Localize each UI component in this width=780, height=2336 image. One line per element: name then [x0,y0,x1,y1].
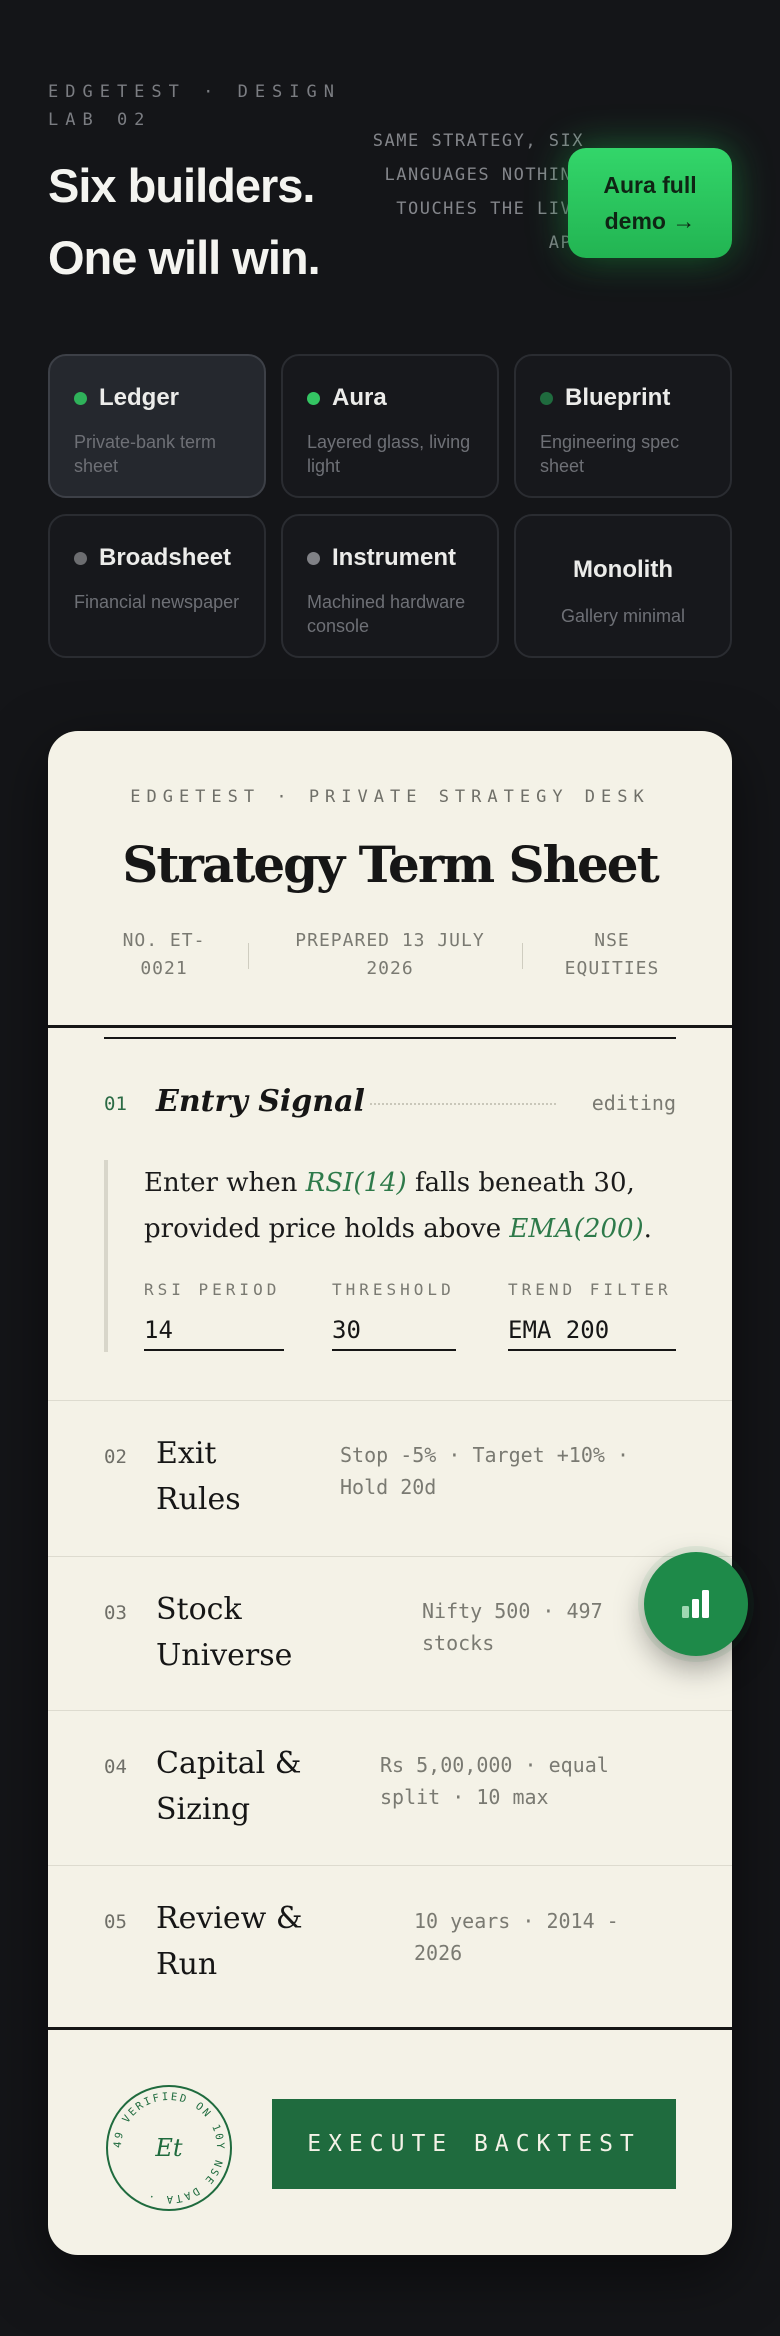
card-name: Monolith [573,556,673,583]
status-dot-icon [307,551,320,565]
signal-text: provided price holds above [144,1214,510,1244]
headline-line-2: One will win. [48,231,321,284]
quote-bar [104,1160,108,1352]
meta-divider [522,943,523,969]
aura-demo-button[interactable]: Aura full demo → [568,148,732,258]
section-number: 03 [104,1602,127,1624]
footer-rule [48,2027,732,2030]
seal-mark: Et [154,2134,183,2162]
builder-card-monolith[interactable]: Monolith Gallery minimal [514,514,732,658]
prepared-date: PREPARED 13 JULY 2026 [295,930,485,979]
threshold-input[interactable] [332,1311,456,1351]
section-title-exit-rules[interactable]: Exit Rules [156,1431,306,1523]
trend-filter-field: TREND FILTER [508,1280,676,1351]
section-number: 01 [104,1093,127,1115]
rsi-period-label: RSI PERIOD [144,1280,281,1299]
card-desc: Layered glass, living light [307,432,471,476]
header-rule [48,1025,732,1028]
signal-sentence: Enter when RSI(14) falls beneath 30, prov… [144,1160,676,1252]
section-detail: Rs 5,00,000 · equal split · 10 max [380,1753,609,1809]
execute-backtest-button[interactable]: EXECUTE BACKTEST [272,2099,676,2189]
trend-filter-label: TREND FILTER [508,1280,672,1299]
card-name: Instrument [332,544,457,571]
signal-text: Enter when [144,1168,306,1198]
card-name: Blueprint [565,384,671,411]
card-title-row: Aura [307,384,473,412]
rsi-period-field: RSI PERIOD [144,1280,284,1351]
status-dot-icon [540,391,553,405]
card-name: Aura [332,384,387,411]
leader-dots [370,1103,556,1105]
sheet-title: Strategy Term Sheet [122,835,659,894]
chart-fab-button[interactable] [644,1552,748,1656]
status-dot-icon [74,551,87,565]
editing-status: editing [591,1091,676,1115]
section-number: 02 [104,1446,127,1468]
card-title-row: Instrument [307,544,473,572]
document-number: NO. ET-0021 [122,930,206,979]
term-sheet: EDGETEST · PRIVATE STRATEGY DESK Strateg… [48,731,732,2255]
bar-chart-icon [682,1590,709,1618]
builder-card-broadsheet[interactable]: Broadsheet Financial newspaper [48,514,266,658]
section-title-entry-signal[interactable]: Entry Signal [156,1079,365,1125]
builder-card-instrument[interactable]: Instrument Machined hardware console [281,514,499,658]
builder-card-blueprint[interactable]: Blueprint Engineering spec sheet [514,354,732,498]
card-title-row: Ledger [74,384,240,412]
tagline: SAME STRATEGY, SIX LANGUAGES NOTHING TOU… [372,131,584,253]
ema-term[interactable]: EMA(200) [509,1214,643,1244]
row-divider [48,1400,732,1401]
meta-divider [248,943,249,969]
card-desc: Financial newspaper [74,592,240,612]
card-name: Ledger [99,384,180,411]
rsi-term[interactable]: RSI(14) [306,1168,407,1198]
meta-row: NO. ET-0021 PREPARED 13 JULY 2026 NSE EQ… [48,927,732,987]
card-title-row: Monolith [540,556,706,584]
card-desc: Private-bank term sheet [74,432,217,476]
section-detail: Stop -5% · Target +10% · Hold 20d [340,1443,629,1499]
verified-seal-icon: 49 VERIFIED ON 10Y NSE DATA · Et [106,2085,232,2211]
header: EDGETEST · DESIGN LAB 02 Six builders. O… [48,78,732,288]
section-title-stock-universe[interactable]: Stock Universe [156,1587,336,1679]
threshold-label: THRESHOLD [332,1280,455,1299]
signal-text: falls beneath 30, [406,1168,635,1198]
section-number: 05 [104,1911,127,1933]
section-detail: Nifty 500 · 497 stocks [422,1599,603,1655]
signal-text: . [643,1214,652,1244]
builder-card-aura[interactable]: Aura Layered glass, living light [281,354,499,498]
status-dot-icon [74,391,87,405]
rsi-period-input[interactable] [144,1311,284,1351]
market-label: NSE EQUITIES [564,930,660,979]
card-title-row: Broadsheet [74,544,240,572]
row-divider [48,1865,732,1866]
row-divider [48,1556,732,1557]
trend-filter-input[interactable] [508,1311,676,1351]
headline: Six builders. One will win. [48,150,321,294]
card-name: Broadsheet [99,544,232,571]
builder-card-ledger[interactable]: Ledger Private-bank term sheet [48,354,266,498]
threshold-field: THRESHOLD [332,1280,456,1351]
section-title-capital-sizing[interactable]: Capital & Sizing [156,1741,336,1833]
section-title-review-run[interactable]: Review & Run [156,1896,336,1988]
status-dot-icon [307,391,320,405]
desk-label: EDGETEST · PRIVATE STRATEGY DESK [130,787,650,807]
card-desc: Gallery minimal [560,606,686,626]
card-desc: Machined hardware console [307,592,466,636]
entry-signal-block: Enter when RSI(14) falls beneath 30, prov… [104,1160,676,1352]
row-divider [48,1710,732,1711]
header-rule-inner [104,1037,676,1039]
section-detail: 10 years · 2014 - 2026 [414,1909,619,1965]
brand-label: EDGETEST · DESIGN LAB 02 [48,82,341,130]
card-title-row: Blueprint [540,384,706,412]
card-desc: Engineering spec sheet [540,432,680,476]
section-number: 04 [104,1756,127,1778]
headline-line-1: Six builders. [48,159,315,212]
